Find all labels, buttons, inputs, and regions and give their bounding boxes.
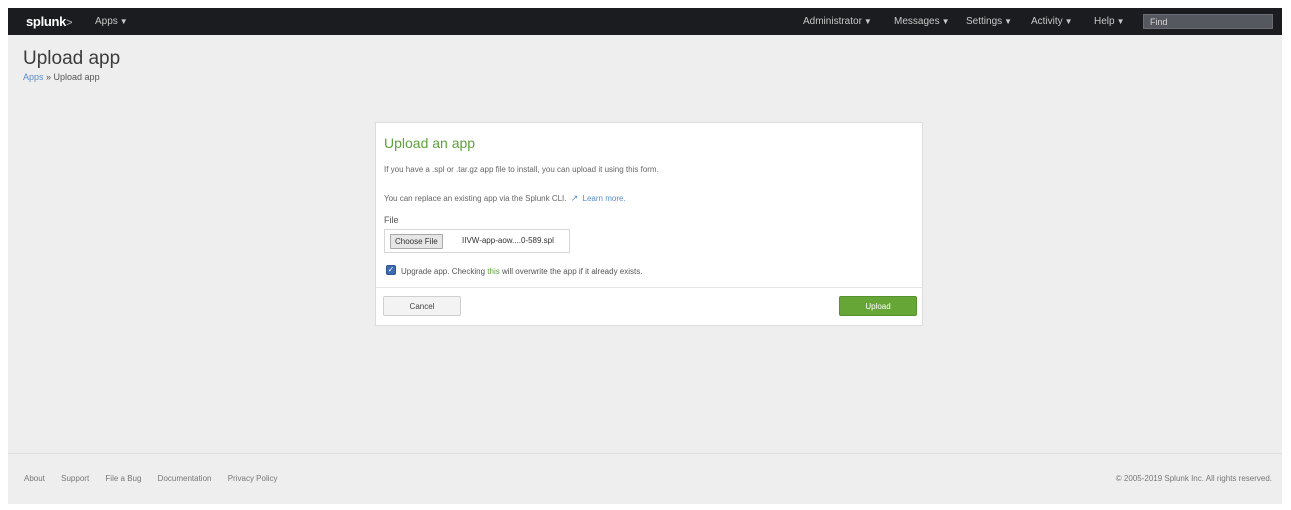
footer-link-about[interactable]: About — [24, 474, 45, 483]
selected-file-name: IIVW-app-aow....0-589.spl — [462, 236, 554, 245]
upgrade-app-label: Upgrade app. Checking this will overwrit… — [401, 267, 643, 276]
breadcrumb: Apps » Upload app — [23, 72, 100, 82]
nav-administrator[interactable]: Administrator ▼ — [803, 16, 872, 27]
chevron-down-icon: ▼ — [1064, 17, 1073, 26]
chevron-down-icon: ▼ — [941, 17, 950, 26]
intro-text: If you have a .spl or .tar.gz app file t… — [384, 165, 659, 174]
footer-link-documentation[interactable]: Documentation — [158, 474, 212, 483]
panel-title: Upload an app — [384, 135, 476, 151]
chevron-down-icon: ▼ — [1116, 17, 1125, 26]
upgrade-app-checkbox[interactable]: ✓ — [386, 265, 396, 275]
nav-messages[interactable]: Messages ▼ — [894, 16, 950, 27]
find-input[interactable] — [1143, 14, 1273, 29]
chevron-down-icon: ▼ — [1004, 17, 1013, 26]
learn-more-link[interactable]: Learn more. — [583, 194, 626, 203]
choose-file-button[interactable]: Choose File — [390, 234, 443, 249]
footer-link-privacy-policy[interactable]: Privacy Policy — [228, 474, 278, 483]
chevron-down-icon: ▼ — [863, 17, 872, 26]
replace-text: You can replace an existing app via the … — [384, 194, 567, 203]
chevron-down-icon: ▼ — [119, 17, 128, 26]
splunk-logo[interactable]: splunk> — [26, 14, 73, 29]
breadcrumb-apps-link[interactable]: Apps — [23, 72, 44, 82]
footer-links: About Support File a Bug Documentation P… — [24, 474, 292, 483]
nav-settings[interactable]: Settings ▼ — [966, 16, 1012, 27]
logo-chevron-icon: > — [66, 17, 73, 29]
top-navigation-bar: splunk> Apps ▼ Administrator ▼ Messages ▼ S… — [8, 8, 1282, 35]
copyright-text: © 2005-2019 Splunk Inc. All rights reser… — [1115, 474, 1272, 483]
file-label: File — [384, 215, 399, 225]
panel-divider — [376, 287, 922, 288]
apps-menu[interactable]: Apps ▼ — [95, 16, 128, 27]
external-link-icon: ↗ — [570, 193, 579, 203]
nav-activity[interactable]: Activity ▼ — [1031, 16, 1073, 27]
page-title: Upload app — [23, 48, 121, 69]
footer-divider — [8, 453, 1282, 454]
footer-link-file-a-bug[interactable]: File a Bug — [105, 474, 141, 483]
file-input[interactable]: Choose File IIVW-app-aow....0-589.spl — [384, 229, 570, 253]
breadcrumb-separator: » — [43, 72, 54, 82]
app-window: splunk> Apps ▼ Administrator ▼ Messages ▼ S… — [8, 8, 1282, 504]
upload-button[interactable]: Upload — [839, 296, 917, 316]
upload-app-panel: Upload an app If you have a .spl or .tar… — [375, 122, 923, 326]
nav-help[interactable]: Help ▼ — [1094, 16, 1125, 27]
footer-link-support[interactable]: Support — [61, 474, 89, 483]
breadcrumb-current: Upload app — [53, 72, 100, 82]
cancel-button[interactable]: Cancel — [383, 296, 461, 316]
replace-text-line: You can replace an existing app via the … — [384, 193, 626, 204]
